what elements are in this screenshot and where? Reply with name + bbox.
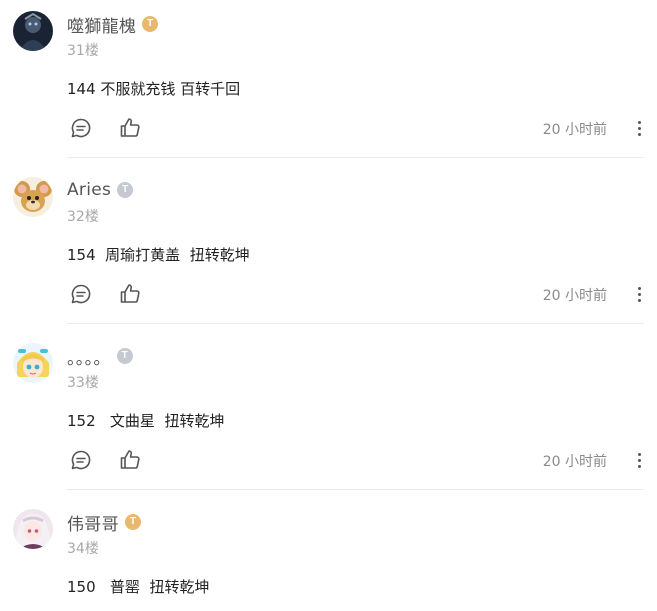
timestamp: 20 小时前: [542, 122, 607, 138]
username[interactable]: 噬獅龍槐: [67, 12, 136, 37]
comment-bubble-icon[interactable]: [69, 282, 93, 306]
thumbs-up-icon[interactable]: [118, 448, 142, 472]
username-row: 噬獅龍槐 T: [67, 12, 159, 37]
floor-number: 32楼: [67, 209, 99, 225]
floor-number: 33楼: [67, 375, 99, 391]
avatar[interactable]: [13, 343, 53, 383]
more-vertical-icon[interactable]: [636, 448, 642, 472]
floor-number: 31楼: [67, 43, 99, 59]
comment-text: 144 不服就充钱 百转千回: [67, 80, 241, 98]
username[interactable]: 。。。。: [67, 344, 111, 369]
comment-text: 152 文曲星 扭转乾坤: [67, 412, 225, 430]
comment-item: 。。。。 T 33楼 152 文曲星 扭转乾坤 20 小时前: [0, 332, 657, 498]
avatar[interactable]: [13, 177, 53, 217]
timestamp: 20 小时前: [542, 288, 607, 304]
level-badge-icon: T: [124, 514, 141, 530]
username-row: 。。。。 T: [67, 344, 133, 369]
more-vertical-icon[interactable]: [636, 282, 642, 306]
comment-actions: 20 小时前: [67, 448, 645, 472]
username[interactable]: 伟哥哥: [67, 510, 119, 535]
avatar[interactable]: [13, 509, 53, 549]
comment-bubble-icon[interactable]: [69, 116, 93, 140]
username-row: Aries T: [67, 178, 134, 202]
username-row: 伟哥哥 T: [67, 510, 141, 535]
comment-actions: 20 小时前: [67, 282, 645, 306]
comment-text: 154 周瑜打黄盖 扭转乾坤: [67, 246, 250, 264]
comment-actions: 20 小时前: [67, 116, 645, 140]
username[interactable]: Aries: [67, 180, 111, 200]
floor-number: 34楼: [67, 541, 99, 557]
level-badge-icon: T: [117, 182, 134, 198]
thumbs-up-icon[interactable]: [118, 282, 142, 306]
timestamp: 20 小时前: [542, 454, 607, 470]
comment-item: 伟哥哥 T 34楼 150 普罂 扭转乾坤: [0, 498, 657, 611]
level-badge-icon: T: [142, 16, 159, 32]
comment-bubble-icon[interactable]: [69, 448, 93, 472]
avatar[interactable]: [13, 11, 53, 51]
more-vertical-icon[interactable]: [636, 116, 642, 140]
comment-text: 150 普罂 扭转乾坤: [67, 578, 210, 596]
divider: [67, 157, 644, 158]
level-badge-icon: T: [116, 348, 133, 364]
comment-item: Aries T 32楼 154 周瑜打黄盖 扭转乾坤 20 小时前: [0, 166, 657, 332]
divider: [67, 489, 644, 490]
divider: [67, 323, 644, 324]
comment-item: 噬獅龍槐 T 31楼 144 不服就充钱 百转千回 20 小时前: [0, 0, 657, 166]
thumbs-up-icon[interactable]: [118, 116, 142, 140]
